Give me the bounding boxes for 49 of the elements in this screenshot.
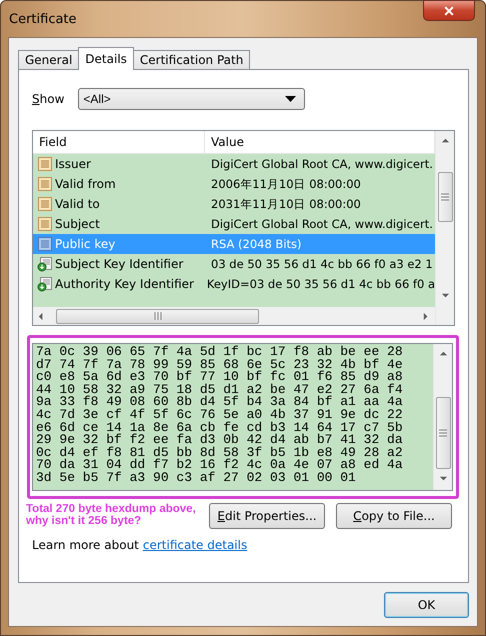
show-label: Show [32,92,64,106]
field-row[interactable]: Valid to 2031年11月10日 08:00:00 [33,194,435,214]
field-row[interactable]: Authority Key Identifier KeyID=03 de 50 35 56 d1 4c bb 66 f0 a [33,274,435,294]
field-row[interactable]: Valid from 2006年11月10日 08:00:00 [33,174,435,194]
vertical-scrollbar[interactable] [433,344,452,490]
field-row[interactable]: Subject Key Identifier 03 de 50 35 56 d1 4c bb 66 f0 a3 e2 1 [33,254,435,274]
hex-dump-text: 7a 0c 39 06 65 7f 4a 5d 1f bc 17 f8 ab be ee 28 d7 74 7f 7a 78 99 59 85 68 6e 5c 23 32 4b bf 4e c0 e8 5a 6d e3 70 bf 77 10 bf fc 01 f6 85 d9 a8 44 10 58 32 a9 75 18 d5 d1 a2 be 47 e2 27 6a f4 9a 33 f8 49 08 60 8b d4 5f b4 3a 84 bf a1 aa 4a 4c 7d 3e cf 4f 5f 6c 76 5e a0 4b 37 91 9e dc 22 e6 6d ce 14 1a 8e 6a cb fe cd b3 14 64 17 c7 5b 29 9e 32 bf f2 ee fa d3 0b 42 d4 ab b7 41 32 da 0c d4 ef f8 81 d5 bb 8d 58 3f b5 1b e8 49 28 a2 70 da 31 04 dd f7 b2 16 f2 4c 0a 4e 07 a8 ed 4a 3d 5e b5 7f a3 90 c3 af 27 02 03 01 00 01 [35,344,404,487]
caret-icon [285,96,296,102]
tab[interactable]: General [18,50,80,69]
vertical-scrollbar[interactable] [435,131,454,325]
tab[interactable]: Certification Path [132,50,250,69]
document-icon [37,176,53,192]
edit-properties-button[interactable]: Edit Properties... [209,503,325,529]
field-name: Subject [55,217,100,231]
grip-icon [439,429,447,437]
field-row[interactable]: Subject DigiCert Global Root CA, www.digicert. [33,214,435,234]
field-value: 2006年11月10日 08:00:00 [210,176,361,192]
grip-icon [154,312,162,320]
field-name: Valid to [55,197,100,211]
close-button[interactable]: × [423,0,475,21]
horizontal-scrollbar[interactable] [33,307,435,325]
field-value: 03 de 50 35 56 d1 4c bb 66 f0 a3 e2 1 [210,257,433,271]
tab[interactable]: Details [78,47,134,70]
document-download-icon [37,256,53,272]
grip-icon [441,193,449,201]
document-icon [37,216,53,232]
ok-button[interactable]: OK [384,592,469,618]
field-value: DigiCert Global Root CA, www.digicert. [210,217,433,231]
field-name: Valid from [55,177,116,191]
field-name: Public key [55,237,116,251]
field-value: RSA (2048 Bits) [210,237,302,251]
field-value: KeyID=03 de 50 35 56 d1 4c bb 66 f0 a [206,277,435,291]
document-download-icon [37,276,53,292]
field-name: Issuer [55,157,91,171]
field-value: 2031年11月10日 08:00:00 [210,196,361,212]
field-name: Authority Key Identifier [55,277,194,291]
column-header[interactable]: Field [33,131,205,153]
certificate-details-link[interactable]: certificate details [142,538,248,552]
field-row[interactable]: Issuer DigiCert Global Root CA, www.digicert. [33,154,435,174]
annotation-text: Total 270 byte hexdump above, why isn't it 256 byte? [26,503,197,527]
copy-to-file-button[interactable]: Copy to File... [336,503,452,529]
field-value: DigiCert Global Root CA, www.digicert. [210,157,433,171]
document-icon [37,156,53,172]
learn-more-text: Learn more about [32,538,139,552]
window-title: Certificate [9,12,77,27]
show-dropdown[interactable]: <All> [78,88,306,110]
document-icon [37,236,53,252]
field-name: Subject Key Identifier [55,257,184,271]
document-icon [37,196,53,212]
